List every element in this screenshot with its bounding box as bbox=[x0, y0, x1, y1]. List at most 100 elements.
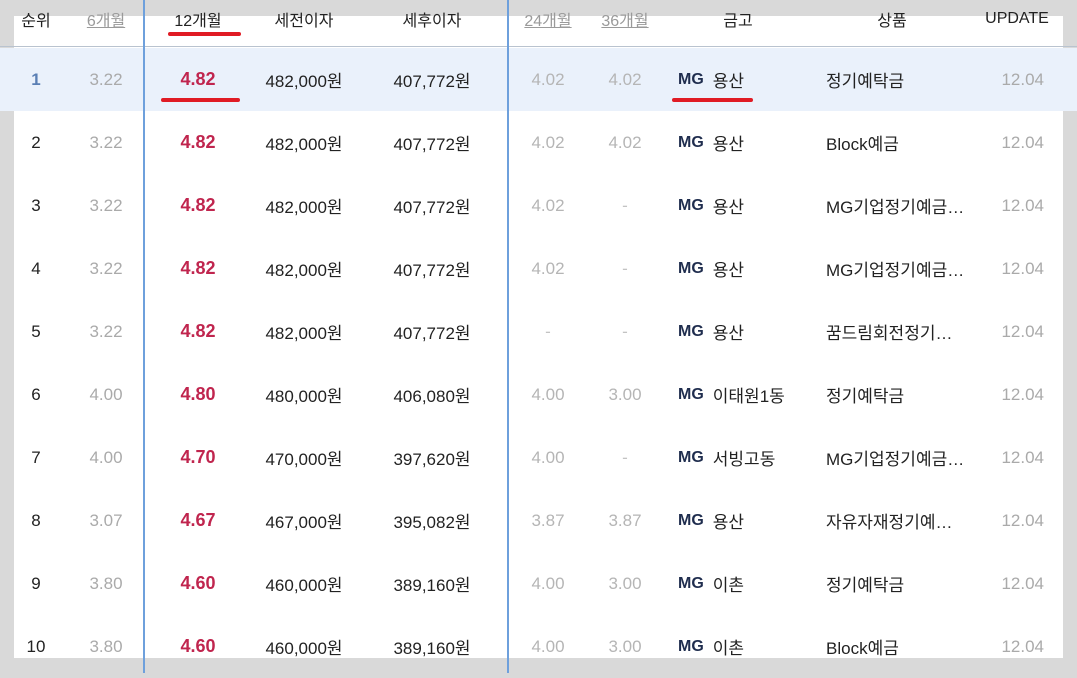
bank-prefix-label: MG bbox=[678, 637, 704, 655]
rate-36m-cell: 3.00 bbox=[608, 573, 642, 593]
product-cell[interactable]: 정기예탁금 bbox=[812, 363, 972, 426]
rate-24m-cell: - bbox=[545, 321, 551, 341]
bank-cell[interactable]: MG 용산 bbox=[664, 489, 812, 552]
bank-name: 용산 bbox=[712, 135, 745, 154]
bank-name: 이태원1동 bbox=[712, 387, 785, 406]
bank-cell[interactable]: MG 이태원1동 bbox=[664, 363, 812, 426]
product-cell[interactable]: MG기업정기예금… bbox=[812, 426, 972, 489]
rate-12m-cell: 4.82 bbox=[180, 132, 216, 152]
aftertax-interest-cell: 407,772원 bbox=[393, 198, 471, 217]
column-divider-right bbox=[507, 0, 509, 673]
rank-cell: 6 bbox=[31, 384, 41, 404]
bank-name: 용산 bbox=[712, 72, 745, 91]
bank-cell[interactable]: MG 이촌 bbox=[664, 615, 812, 678]
table-row[interactable]: 10 3.80 4.60 460,000원 389,160원 4.00 3.00 MG 이촌 Bl… bbox=[0, 615, 1077, 678]
table-row[interactable]: 7 4.00 4.70 470,000원 397,620원 4.00 - MG 서빙고동 MG기업… bbox=[0, 426, 1077, 489]
bank-cell[interactable]: MG 용산 bbox=[664, 300, 812, 363]
bank-cell[interactable]: MG 용산 bbox=[664, 237, 812, 300]
header-rank[interactable]: 순위 bbox=[14, 0, 58, 46]
update-date-cell: 12.04 bbox=[1001, 447, 1044, 467]
table-row[interactable]: 9 3.80 4.60 460,000원 389,160원 4.00 3.00 MG 이촌 정기예… bbox=[0, 552, 1077, 615]
rate-ranking-table: 순위 6개월 12개월 세전이자 세후이자 24개월 36개월 금고 상품 UP… bbox=[0, 0, 1077, 673]
bank-name: 용산 bbox=[712, 513, 745, 532]
rate-6m-cell: 3.22 bbox=[89, 132, 123, 152]
table-row[interactable]: 3 3.22 4.82 482,000원 407,772원 4.02 - MG 용산 MG기업정기… bbox=[0, 174, 1077, 237]
rate-6m-cell: 4.00 bbox=[89, 447, 123, 467]
header-12m[interactable]: 12개월 bbox=[146, 0, 250, 46]
pretax-interest-cell: 460,000원 bbox=[265, 639, 343, 658]
bank-prefix-label: MG bbox=[678, 448, 704, 466]
header-6m-link[interactable]: 6개월 bbox=[87, 7, 125, 31]
rate-24m-cell: 4.00 bbox=[531, 573, 565, 593]
bank-cell[interactable]: MG 이촌 bbox=[664, 552, 812, 615]
rate-12m-cell: 4.70 bbox=[180, 447, 216, 467]
rate-36m-cell: 3.00 bbox=[608, 384, 642, 404]
table-header: 순위 6개월 12개월 세전이자 세후이자 24개월 36개월 금고 상품 UP… bbox=[0, 0, 1077, 47]
aftertax-interest-cell: 407,772원 bbox=[393, 72, 471, 91]
rank-cell: 1 bbox=[31, 69, 41, 89]
rate-12m-cell: 4.82 bbox=[180, 195, 216, 215]
rank-cell: 7 bbox=[31, 447, 41, 467]
aftertax-interest-cell: 407,772원 bbox=[393, 324, 471, 343]
header-update[interactable]: UPDATE bbox=[972, 0, 1062, 46]
update-date-cell: 12.04 bbox=[1001, 132, 1044, 152]
bank-prefix-label: MG bbox=[678, 322, 704, 340]
table-row[interactable]: 2 3.22 4.82 482,000원 407,772원 4.02 4.02 MG 용산 Blo… bbox=[0, 111, 1077, 174]
rate-6m-cell: 3.22 bbox=[89, 195, 123, 215]
bank-cell[interactable]: MG 용산 bbox=[664, 111, 812, 174]
rank-cell: 2 bbox=[31, 132, 41, 152]
rate-24m-cell: 4.02 bbox=[531, 195, 565, 215]
rate-24m-cell: 4.02 bbox=[531, 258, 565, 278]
column-divider-left bbox=[143, 0, 145, 673]
pretax-interest-cell: 482,000원 bbox=[265, 72, 343, 91]
rate-24m-cell: 4.00 bbox=[531, 636, 565, 656]
rate-6m-cell: 3.07 bbox=[89, 510, 123, 530]
pretax-interest-cell: 467,000원 bbox=[265, 513, 343, 532]
product-cell[interactable]: 정기예탁금 bbox=[812, 552, 972, 615]
table-row[interactable]: 5 3.22 4.82 482,000원 407,772원 - - MG 용산 꿈드림회전정기… 1… bbox=[0, 300, 1077, 363]
header-bank[interactable]: 금고 bbox=[664, 0, 812, 46]
rate-12m-cell: 4.82 bbox=[180, 321, 216, 341]
product-cell[interactable]: Block예금 bbox=[812, 111, 972, 174]
rank-cell: 5 bbox=[31, 321, 41, 341]
pretax-interest-cell: 482,000원 bbox=[265, 135, 343, 154]
table-row[interactable]: 8 3.07 4.67 467,000원 395,082원 3.87 3.87 MG 용산 자유자… bbox=[0, 489, 1077, 552]
table-row[interactable]: 6 4.00 4.80 480,000원 406,080원 4.00 3.00 MG 이태원1동… bbox=[0, 363, 1077, 426]
rate-12m-cell: 4.60 bbox=[180, 636, 216, 656]
annotation-underline-header-12m bbox=[168, 32, 241, 36]
rate-36m-cell: 4.02 bbox=[608, 69, 642, 89]
update-date-cell: 12.04 bbox=[1001, 69, 1044, 89]
product-cell[interactable]: MG기업정기예금… bbox=[812, 237, 972, 300]
bank-name: 용산 bbox=[712, 324, 745, 343]
update-date-cell: 12.04 bbox=[1001, 510, 1044, 530]
product-cell[interactable]: 정기예탁금 bbox=[812, 48, 972, 111]
header-24m-link[interactable]: 24개월 bbox=[524, 7, 571, 31]
pretax-interest-cell: 482,000원 bbox=[265, 198, 343, 217]
rate-6m-cell: 3.80 bbox=[89, 573, 123, 593]
bank-cell[interactable]: MG 용산 bbox=[664, 174, 812, 237]
rate-6m-cell: 3.80 bbox=[89, 636, 123, 656]
table-row[interactable]: 4 3.22 4.82 482,000원 407,772원 4.02 - MG 용산 MG기업정기… bbox=[0, 237, 1077, 300]
product-cell[interactable]: 자유자재정기예… bbox=[812, 489, 972, 552]
pretax-interest-cell: 480,000원 bbox=[265, 387, 343, 406]
rate-6m-cell: 4.00 bbox=[89, 384, 123, 404]
rate-36m-cell: - bbox=[622, 258, 628, 278]
aftertax-interest-cell: 407,772원 bbox=[393, 135, 471, 154]
product-cell[interactable]: Block예금 bbox=[812, 615, 972, 678]
product-cell[interactable]: MG기업정기예금… bbox=[812, 174, 972, 237]
update-date-cell: 12.04 bbox=[1001, 636, 1044, 656]
rate-6m-cell: 3.22 bbox=[89, 69, 123, 89]
rate-36m-cell: - bbox=[622, 195, 628, 215]
header-36m-link[interactable]: 36개월 bbox=[601, 7, 648, 31]
header-product[interactable]: 상품 bbox=[812, 0, 972, 46]
bank-prefix-label: MG bbox=[678, 511, 704, 529]
header-aftertax[interactable]: 세후이자 bbox=[368, 0, 496, 46]
product-cell[interactable]: 꿈드림회전정기… bbox=[812, 300, 972, 363]
header-pretax[interactable]: 세전이자 bbox=[250, 0, 358, 46]
bank-prefix-label: MG bbox=[678, 385, 704, 403]
bank-cell[interactable]: MG 서빙고동 bbox=[664, 426, 812, 489]
annotation-underline-bank bbox=[672, 98, 753, 102]
update-date-cell: 12.04 bbox=[1001, 195, 1044, 215]
pretax-interest-cell: 482,000원 bbox=[265, 261, 343, 280]
update-date-cell: 12.04 bbox=[1001, 321, 1044, 341]
